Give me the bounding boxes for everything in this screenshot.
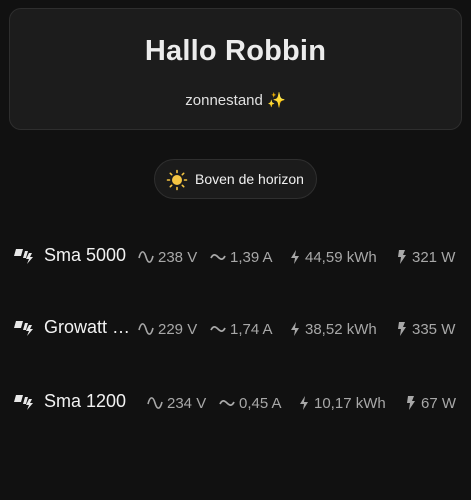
inverter-name: Growatt …	[44, 317, 131, 337]
sparkles-icon: ✨	[267, 92, 286, 109]
greeting-title: Hallo Robbin	[144, 35, 327, 67]
inverter-row[interactable]: Sma 1200 234 V 0,45 A 10,17 kWh 67 W	[0, 387, 471, 417]
lightning-bolt-icon	[291, 250, 299, 264]
voltage-metric: 234 V	[147, 393, 206, 413]
inverter-name: Sma 5000	[44, 245, 127, 265]
voltage-value: 238 V	[158, 248, 198, 266]
energy-metric: 10,17 kWh	[298, 393, 386, 413]
flash-icon	[407, 396, 415, 410]
energy-value: 10,17 kWh	[314, 394, 386, 412]
current-metric: 1,39 A	[210, 247, 273, 267]
current-metric: 0,45 A	[219, 393, 282, 413]
power-metric: 321 W	[396, 247, 455, 267]
tilde-wave-icon	[210, 325, 226, 333]
inverter-name: Sma 1200	[44, 391, 127, 411]
power-value: 67 W	[421, 394, 457, 412]
greeting-subtitle: zonnestand ✨	[10, 91, 461, 109]
power-metric: 335 W	[396, 319, 455, 339]
flash-icon	[398, 250, 406, 264]
tilde-wave-icon	[210, 253, 226, 261]
power-value: 321 W	[412, 248, 456, 266]
energy-metric: 44,59 kWh	[289, 247, 377, 267]
greeting-card: Hallo Robbin zonnestand ✨	[9, 8, 462, 130]
sine-wave-icon	[147, 397, 163, 409]
sine-wave-icon	[138, 251, 154, 263]
lightning-bolt-icon	[300, 396, 308, 410]
voltage-metric: 238 V	[138, 247, 197, 267]
voltage-value: 234 V	[167, 394, 207, 412]
sun-status-chip[interactable]: Boven de horizon	[154, 159, 317, 199]
inverter-row[interactable]: Sma 5000 238 V 1,39 A 44,59 kWh 321 W	[0, 241, 471, 271]
current-metric: 1,74 A	[210, 319, 273, 339]
energy-value: 38,52 kWh	[305, 320, 377, 338]
sun-icon	[166, 169, 188, 191]
greeting-subtitle-text: zonnestand	[185, 92, 263, 109]
sine-wave-icon	[138, 323, 154, 335]
energy-metric: 38,52 kWh	[289, 319, 377, 339]
solar-power-icon	[14, 395, 33, 410]
sun-status-label: Boven de horizon	[195, 171, 304, 187]
voltage-value: 229 V	[158, 320, 198, 338]
current-value: 1,39 A	[230, 248, 273, 266]
power-metric: 67 W	[405, 393, 456, 413]
current-value: 1,74 A	[230, 320, 273, 338]
tilde-wave-icon	[219, 399, 235, 407]
solar-power-icon	[14, 249, 33, 264]
lightning-bolt-icon	[291, 322, 299, 336]
power-value: 335 W	[412, 320, 456, 338]
voltage-metric: 229 V	[138, 319, 197, 339]
flash-icon	[398, 322, 406, 336]
inverter-row[interactable]: Growatt … 229 V 1,74 A 38,52 kWh 335 W	[0, 313, 471, 343]
current-value: 0,45 A	[239, 394, 282, 412]
energy-value: 44,59 kWh	[305, 248, 377, 266]
solar-power-icon	[14, 321, 33, 336]
